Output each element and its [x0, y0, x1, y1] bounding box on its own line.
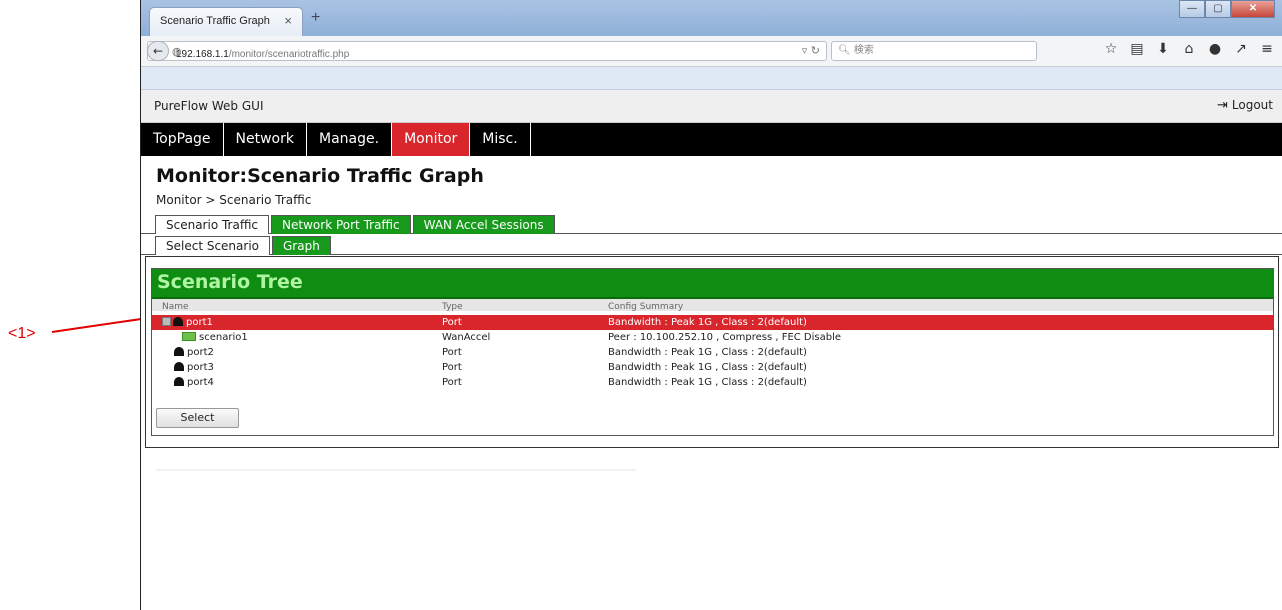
port-icon [174, 347, 184, 356]
breadcrumb: Monitor > Scenario Traffic [156, 193, 312, 207]
browser-navbar: ◍ 192.168.1.1/monitor/scenariotraffic.ph… [141, 36, 1282, 67]
row-name: port1 [186, 317, 213, 328]
close-tab-icon[interactable]: × [284, 13, 292, 28]
maximize-icon[interactable]: ▢ [1205, 0, 1231, 18]
page-title: Monitor:Scenario Traffic Graph [156, 165, 484, 187]
tree-cell-summary: Bandwidth : Peak 1G , Class : 2(default) [608, 347, 807, 358]
row-name: port3 [187, 362, 214, 373]
row-name: scenario1 [199, 332, 248, 343]
app-header: PureFlow Web GUI ⇥ Logout [141, 90, 1282, 123]
window-controls: — ▢ ✕ [1179, 0, 1275, 20]
callout-arrow [51, 317, 149, 333]
tree-row-scenario1[interactable]: scenario1 WanAccel Peer : 10.100.252.10 … [152, 330, 1273, 345]
home-icon[interactable]: ⌂ [1181, 41, 1197, 57]
browser-titlebar: Scenario Traffic Graph × + — ▢ ✕ [141, 0, 1282, 36]
tree-cell-type: Port [442, 362, 462, 373]
url-host: 192.168.1.1 [176, 49, 229, 60]
scenario-icon [182, 332, 196, 341]
site-info-icon[interactable]: ◍ [172, 45, 182, 58]
browser-tab-title: Scenario Traffic Graph [160, 15, 270, 27]
logout-icon: ⇥ [1217, 98, 1228, 113]
reload-icon[interactable]: ▿ ↻ [802, 44, 820, 57]
url-text: 192.168.1.1/monitor/scenariotraffic.php [176, 49, 349, 60]
menu-item-manage[interactable]: Manage. [307, 123, 393, 156]
app-title: PureFlow Web GUI [154, 99, 264, 113]
column-header-summary: Config Summary [608, 302, 684, 311]
row-name: port2 [187, 347, 214, 358]
minimize-icon[interactable]: — [1179, 0, 1205, 18]
tree-cell-summary: Bandwidth : Peak 1G , Class : 2(default) [608, 317, 807, 328]
content-panel: Scenario Tree Name Type Config Summary p… [145, 256, 1279, 448]
tree-cell-name: port4 [174, 375, 214, 390]
search-input[interactable]: 🔍︎ 検索 [831, 41, 1037, 61]
url-bar[interactable]: ◍ 192.168.1.1/monitor/scenariotraffic.ph… [147, 41, 827, 61]
search-placeholder: 検索 [853, 45, 874, 56]
logout-label: Logout [1231, 98, 1273, 112]
tab-select-scenario[interactable]: Select Scenario [155, 236, 270, 255]
bookmarks-bar [141, 67, 1282, 90]
tree-cell-name: port3 [174, 360, 214, 375]
secondary-tabs: Select Scenario Graph [155, 236, 333, 255]
collapse-icon[interactable] [162, 317, 171, 326]
share-icon[interactable]: ↗ [1233, 41, 1249, 57]
logout-link[interactable]: ⇥ Logout [1217, 98, 1273, 113]
tree-cell-type: Port [442, 377, 462, 388]
main-menu: TopPage Network Manage. Monitor Misc. [141, 123, 1282, 156]
tree-row-port2[interactable]: port2 Port Bandwidth : Peak 1G , Class :… [152, 345, 1273, 360]
star-icon[interactable]: ☆ [1103, 41, 1119, 57]
menu-item-toppage[interactable]: TopPage [141, 123, 224, 156]
bookmarks-icon[interactable]: ▤ [1129, 41, 1145, 57]
tree-row-port1[interactable]: port1 Port Bandwidth : Peak 1G , Class :… [152, 315, 1273, 330]
new-tab-icon[interactable]: + [311, 9, 320, 27]
browser-toolbar-icons: ☆ ▤ ⬇ ⌂ ● ↗ ≡ [1103, 41, 1275, 57]
tree-cell-name: port2 [174, 345, 214, 360]
scenario-tree-panel: Scenario Tree Name Type Config Summary p… [151, 268, 1274, 436]
tree-cell-name: port1 [162, 315, 213, 330]
browser-tab[interactable]: Scenario Traffic Graph × [149, 7, 303, 36]
tab-wan-accel-sessions[interactable]: WAN Accel Sessions [412, 215, 555, 234]
divider [156, 469, 636, 471]
primary-tabs: Scenario Traffic Network Port Traffic WA… [155, 215, 557, 234]
browser-window: Scenario Traffic Graph × + — ▢ ✕ ◍ 192.1… [140, 0, 1282, 610]
menu-item-misc[interactable]: Misc. [470, 123, 531, 156]
tree-cell-name: scenario1 [182, 330, 248, 345]
tree-cell-summary: Peer : 10.100.252.10 , Compress , FEC Di… [608, 332, 842, 343]
menu-item-network[interactable]: Network [224, 123, 307, 156]
row-name: port4 [187, 377, 214, 388]
column-header-bar [152, 299, 1273, 311]
tree-row-port3[interactable]: port3 Port Bandwidth : Peak 1G , Class :… [152, 360, 1273, 375]
back-button-icon[interactable]: ← [147, 41, 169, 61]
tab-graph[interactable]: Graph [272, 236, 331, 255]
tree-row-port4[interactable]: port4 Port Bandwidth : Peak 1G , Class :… [152, 375, 1273, 390]
tab-network-port-traffic[interactable]: Network Port Traffic [271, 215, 411, 234]
port-icon [174, 362, 184, 371]
scenario-tree-header: Scenario Tree [152, 269, 1273, 299]
tree-cell-summary: Bandwidth : Peak 1G , Class : 2(default) [608, 377, 807, 388]
tree-cell-type: WanAccel [442, 332, 491, 343]
callout-label: <1> [8, 325, 36, 342]
column-header-type: Type [442, 302, 463, 311]
menu-item-monitor[interactable]: Monitor [392, 123, 471, 156]
port-icon [174, 377, 184, 386]
tree-cell-type: Port [442, 317, 462, 328]
tab-scenario-traffic[interactable]: Scenario Traffic [155, 215, 270, 234]
download-icon[interactable]: ⬇ [1155, 41, 1171, 57]
port-icon [173, 317, 183, 326]
menu-icon[interactable]: ≡ [1259, 41, 1275, 57]
url-path: /monitor/scenariotraffic.php [228, 49, 350, 60]
select-button[interactable]: Select [156, 408, 239, 428]
tree-cell-summary: Bandwidth : Peak 1G , Class : 2(default) [608, 362, 807, 373]
tree-cell-type: Port [442, 347, 462, 358]
scenario-tree-title: Scenario Tree [157, 271, 303, 293]
column-header-name: Name [162, 302, 189, 311]
close-icon[interactable]: ✕ [1231, 0, 1275, 18]
chat-icon[interactable]: ● [1207, 41, 1223, 57]
